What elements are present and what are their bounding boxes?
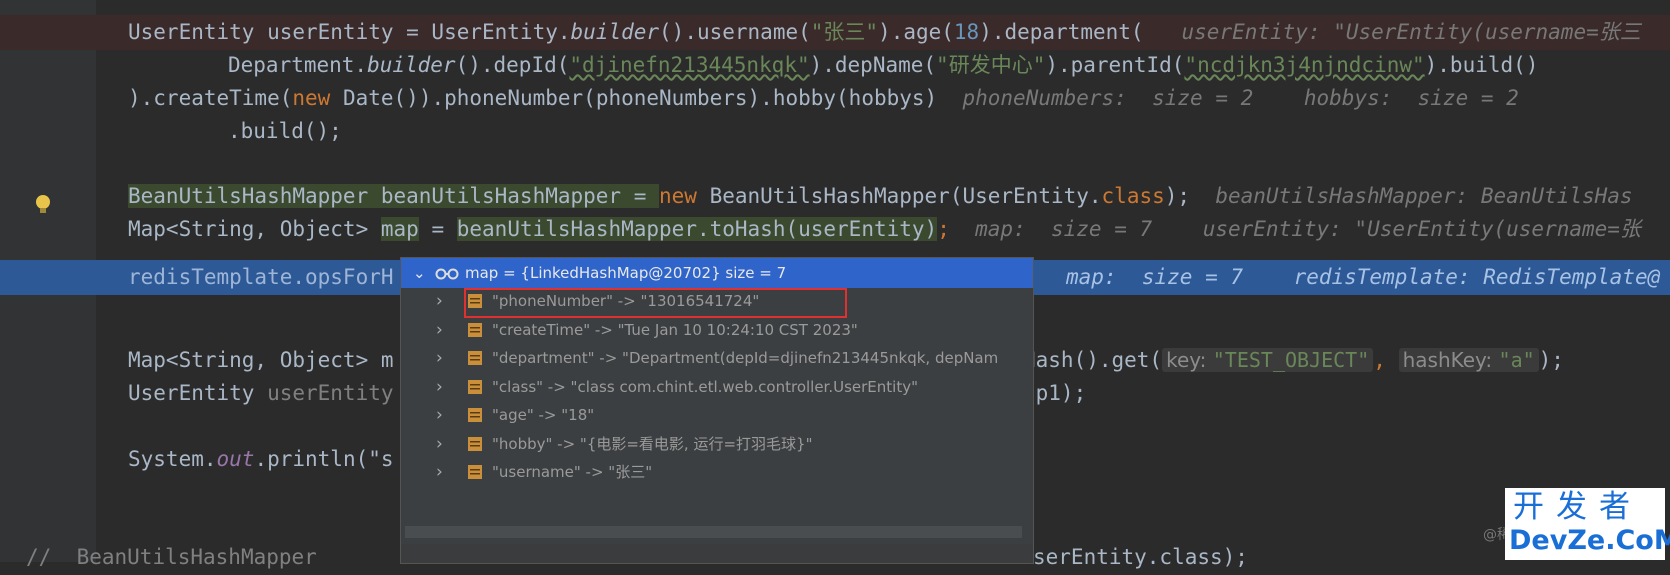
code-line-7-current[interactable]: redisTemplate.opsForH bbox=[128, 260, 394, 295]
popup-item-text: "class" -> "class com.chint.etl.web.cont… bbox=[492, 377, 918, 396]
chevron-right-icon[interactable]: › bbox=[436, 400, 443, 430]
popup-toolbar bbox=[401, 544, 1033, 563]
field-icon bbox=[468, 465, 482, 479]
chevron-right-icon[interactable]: › bbox=[436, 372, 443, 402]
code-line-5[interactable]: BeanUtilsHashMapper beanUtilsHashMapper … bbox=[128, 179, 1633, 214]
popup-item-text: "department" -> "Department(depId=djinef… bbox=[492, 349, 999, 367]
field-icon bbox=[468, 436, 482, 451]
param-hint-key: key: "TEST_OBJECT" bbox=[1162, 348, 1374, 372]
popup-item-row[interactable]: › "hobby" -> "{电影=看电影, 运行=打羽毛球}" bbox=[401, 429, 1033, 459]
chevron-right-icon[interactable]: › bbox=[436, 457, 443, 487]
field-icon bbox=[468, 408, 482, 422]
chevron-right-icon[interactable]: › bbox=[436, 429, 443, 459]
code-line-8[interactable]: Map<String, Object> m bbox=[128, 343, 394, 378]
popup-item-row[interactable]: › "class" -> "class com.chint.etl.web.con… bbox=[401, 372, 1033, 402]
inline-debug-hint: userEntity: "UserEntity(username=张三 bbox=[1181, 20, 1641, 44]
code-line-3[interactable]: ).createTime(new Date()).phoneNumber(pho… bbox=[128, 81, 1519, 116]
inline-debug-hint: map: size = 7 userEntity: "UserEntity(us… bbox=[975, 217, 1641, 241]
watermark-logo: 开发者 DevZe.CoM bbox=[1505, 488, 1670, 560]
popup-header[interactable]: ⌄ map = {LinkedHashMap@20702} size = 7 bbox=[401, 258, 1033, 288]
chevron-right-icon[interactable]: › bbox=[436, 286, 443, 316]
code-line-8-tail[interactable]: Hash().get(key: "TEST_OBJECT", hashKey: … bbox=[1023, 343, 1564, 378]
code-line-9[interactable]: UserEntity userEntity bbox=[128, 376, 394, 411]
inline-debug-hint-current: map: size = 7 redisTemplate: RedisTempla… bbox=[1066, 265, 1661, 289]
popup-item-text: "hobby" -> "{电影=看电影, 运行=打羽毛球}" bbox=[492, 434, 813, 453]
popup-item-row[interactable]: › "age" -> "18" bbox=[401, 400, 1033, 430]
glasses-icon bbox=[435, 258, 459, 288]
code-line-2[interactable]: Department.builder().depId("djinefn21344… bbox=[228, 48, 1538, 83]
popup-item-row[interactable]: › "username" -> "张三" bbox=[401, 457, 1033, 487]
popup-header-text: map = {LinkedHashMap@20702} size = 7 bbox=[465, 264, 787, 282]
popup-item-text: "createTime" -> "Tue Jan 10 10:24:10 CST… bbox=[492, 320, 858, 339]
code-line-4[interactable]: .build(); bbox=[228, 114, 342, 149]
field-icon bbox=[468, 322, 482, 337]
popup-item-text: "username" -> "张三" bbox=[492, 463, 653, 481]
chevron-right-icon[interactable]: › bbox=[436, 343, 443, 373]
popup-item-row[interactable]: › "createTime" -> "Tue Jan 10 10:24:10 CS… bbox=[401, 315, 1033, 345]
horizontal-scrollbar[interactable] bbox=[405, 526, 1022, 538]
code-line-11[interactable]: // BeanUtilsHashMapper bbox=[26, 540, 317, 575]
code-line-6[interactable]: Map<String, Object> map = beanUtilsHashM… bbox=[128, 212, 1641, 247]
code-line-11-tail[interactable]: serEntity.class); bbox=[1033, 540, 1248, 575]
popup-item-row[interactable]: › "department" -> "Department(depId=djine… bbox=[401, 343, 1033, 373]
inline-debug-hint: beanUtilsHashMapper: BeanUtilsHas bbox=[1215, 184, 1633, 208]
field-icon bbox=[468, 351, 482, 365]
lightbulb-icon[interactable] bbox=[33, 193, 53, 217]
highlighted-row-box bbox=[464, 288, 847, 318]
code-line-1[interactable]: UserEntity userEntity = UserEntity.build… bbox=[128, 15, 1641, 50]
chevron-right-icon[interactable]: › bbox=[436, 315, 443, 345]
inline-debug-hint: phoneNumbers: size = 2 hobbys: size = 2 bbox=[962, 86, 1519, 110]
code-line-10[interactable]: System.out.println("s bbox=[128, 442, 394, 477]
param-hint-hashkey: hashKey: "a" bbox=[1398, 348, 1539, 372]
popup-item-text: "age" -> "18" bbox=[492, 406, 595, 424]
chevron-down-icon[interactable]: ⌄ bbox=[413, 258, 426, 288]
field-icon bbox=[468, 379, 482, 394]
